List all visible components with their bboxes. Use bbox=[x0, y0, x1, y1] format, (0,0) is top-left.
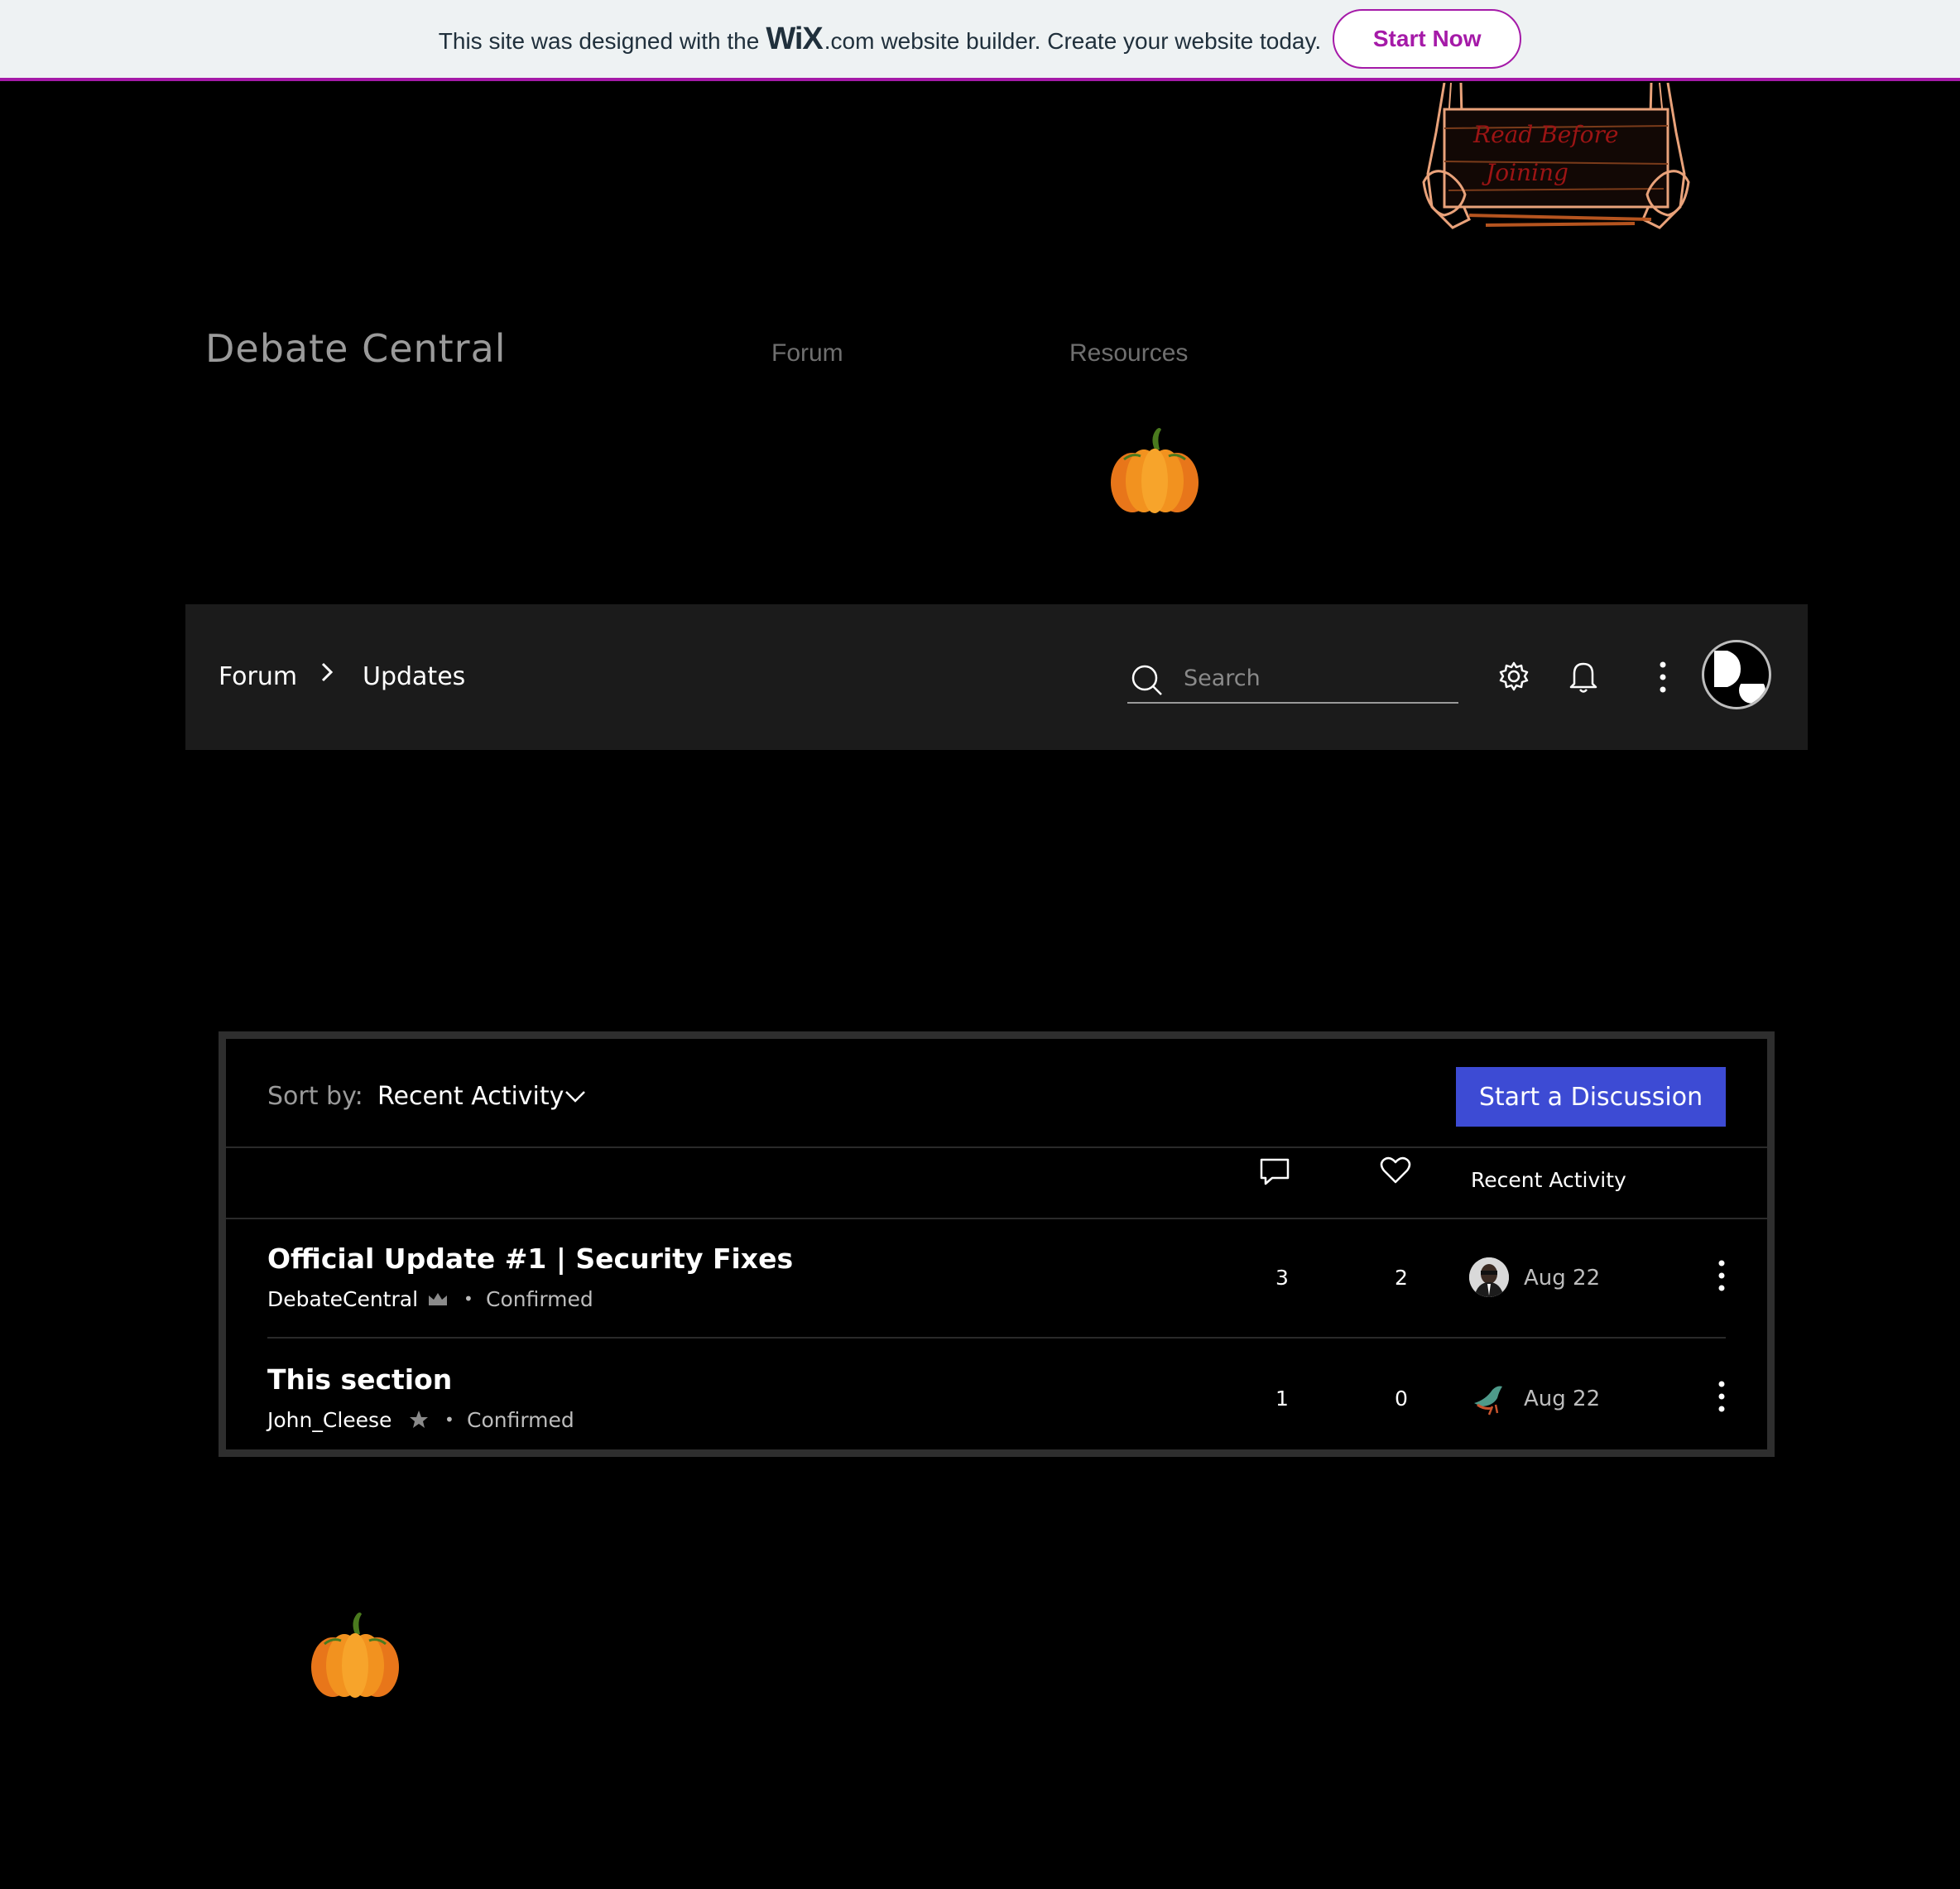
wix-banner-text: This site was designed with the WiX .com… bbox=[439, 22, 1321, 57]
comment-icon bbox=[1259, 1156, 1290, 1190]
site-title[interactable]: Debate Central bbox=[205, 326, 507, 371]
user-avatar[interactable] bbox=[1702, 640, 1771, 709]
sort-label: Sort by: bbox=[267, 1082, 363, 1111]
post-title[interactable]: This section bbox=[267, 1363, 452, 1396]
like-count: 0 bbox=[1395, 1387, 1408, 1411]
search-input[interactable] bbox=[1182, 661, 1450, 695]
post-author[interactable]: John_Cleese bbox=[267, 1408, 392, 1432]
comment-count: 3 bbox=[1275, 1266, 1289, 1290]
sign-text-line1: Read Before bbox=[1472, 121, 1619, 148]
divider bbox=[226, 1146, 1767, 1148]
more-options-icon[interactable] bbox=[1657, 659, 1669, 699]
post-member-avatar[interactable] bbox=[1469, 1378, 1509, 1418]
post-more-icon[interactable] bbox=[1716, 1257, 1727, 1297]
wix-text-before: This site was designed with the bbox=[438, 27, 760, 54]
breadcrumb-updates[interactable]: Updates bbox=[363, 662, 465, 691]
notifications-icon[interactable] bbox=[1568, 659, 1599, 697]
post-title[interactable]: Official Update #1 | Security Fixes bbox=[267, 1243, 793, 1275]
star-icon bbox=[408, 1409, 430, 1434]
post-status: Confirmed bbox=[486, 1287, 593, 1311]
start-discussion-button[interactable]: Start a Discussion bbox=[1456, 1067, 1726, 1127]
nav-item-forum[interactable]: Forum bbox=[771, 339, 843, 368]
search-box[interactable] bbox=[1127, 656, 1458, 704]
row-divider bbox=[267, 1337, 1726, 1339]
settings-icon[interactable] bbox=[1498, 661, 1530, 695]
pumpkin-image bbox=[1107, 426, 1202, 521]
crown-icon bbox=[427, 1291, 449, 1312]
pumpkin-image bbox=[308, 1611, 402, 1705]
separator-dot: • bbox=[444, 1410, 454, 1430]
start-now-button[interactable]: Start Now bbox=[1333, 9, 1522, 69]
column-header-recent-activity: Recent Activity bbox=[1471, 1168, 1626, 1192]
breadcrumb-forum[interactable]: Forum bbox=[219, 662, 297, 691]
forum-toolbar: Forum Updates bbox=[185, 604, 1808, 750]
chevron-right-icon bbox=[316, 656, 338, 692]
post-status: Confirmed bbox=[467, 1408, 574, 1432]
separator-dot: • bbox=[464, 1289, 473, 1309]
sign-text-line2: Joining bbox=[1482, 159, 1568, 186]
search-icon bbox=[1131, 664, 1164, 700]
comment-count: 1 bbox=[1275, 1387, 1289, 1411]
post-date: Aug 22 bbox=[1524, 1387, 1601, 1411]
wix-promo-banner: This site was designed with the WiX .com… bbox=[0, 0, 1960, 81]
wix-logo-suffix: .com bbox=[824, 27, 875, 54]
post-date: Aug 22 bbox=[1524, 1266, 1601, 1291]
post-more-icon[interactable] bbox=[1716, 1378, 1727, 1418]
wix-logo: WiX bbox=[766, 21, 823, 56]
nav-item-resources[interactable]: Resources bbox=[1069, 339, 1188, 368]
wix-text-after: website builder. Create your website tod… bbox=[881, 27, 1322, 54]
heart-icon bbox=[1380, 1156, 1411, 1188]
like-count: 2 bbox=[1395, 1266, 1408, 1290]
divider bbox=[226, 1218, 1767, 1219]
sort-dropdown[interactable]: Recent Activity bbox=[377, 1082, 564, 1111]
posts-panel: Sort by: Recent Activity Start a Discuss… bbox=[219, 1031, 1775, 1457]
post-member-avatar[interactable] bbox=[1469, 1257, 1509, 1297]
chevron-down-icon[interactable] bbox=[563, 1085, 588, 1110]
read-before-joining-sign[interactable]: Read Before Joining bbox=[1411, 82, 1701, 232]
post-author[interactable]: DebateCentral bbox=[267, 1287, 418, 1311]
